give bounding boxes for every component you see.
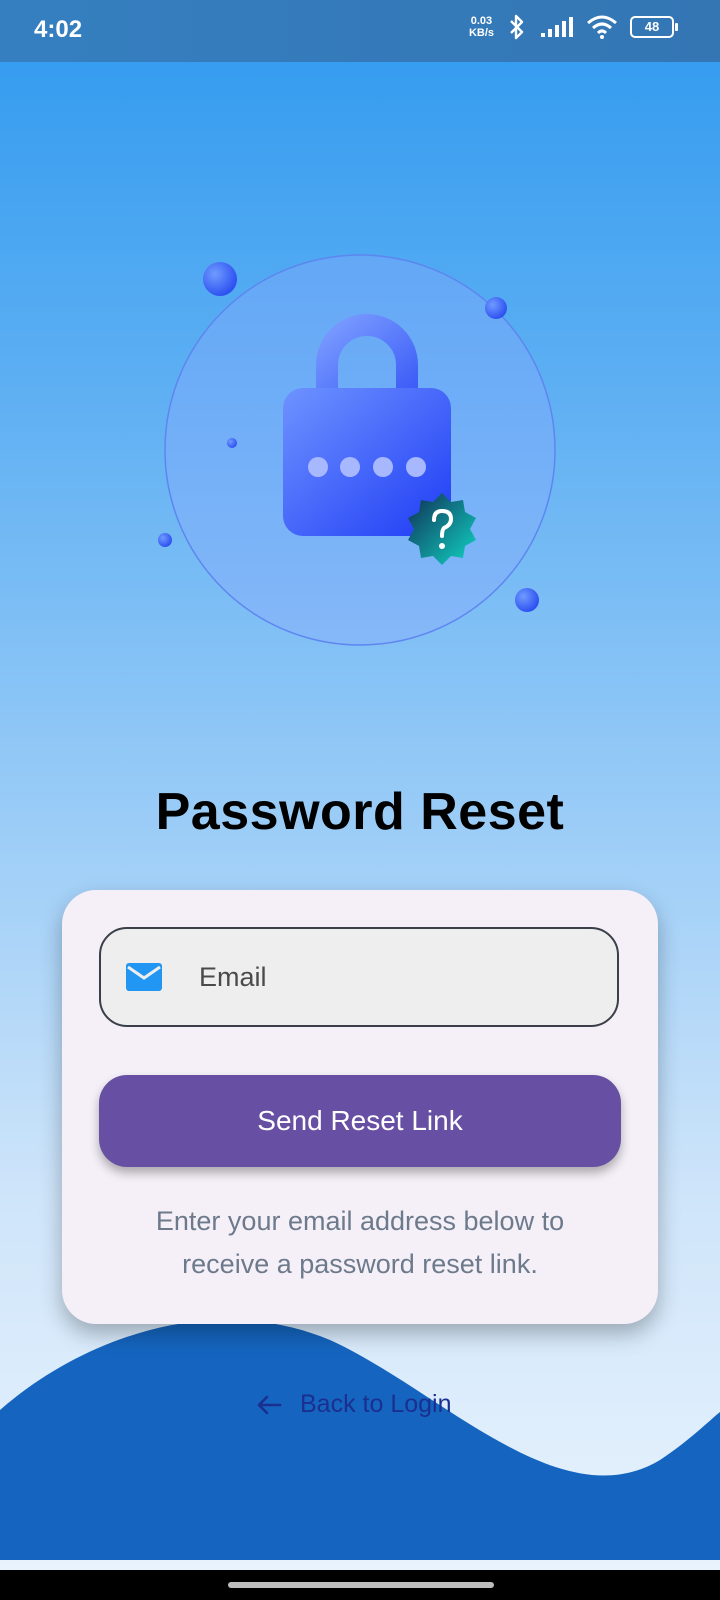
decor-dot (485, 297, 507, 319)
decor-dot (158, 533, 172, 547)
email-field[interactable] (99, 927, 619, 1027)
back-to-login-label: Back to Login (300, 1390, 452, 1418)
email-input[interactable] (197, 960, 581, 994)
screen: 4:02 0.03 KB/s 48 Password Reset Email S… (0, 0, 720, 1600)
send-reset-link-button[interactable]: Send Reset Link (99, 1075, 621, 1167)
helper-text: Enter your email address below to receiv… (82, 1200, 638, 1286)
decor-dot (515, 588, 539, 612)
helper-text-line-2: receive a password reset link. (182, 1249, 538, 1279)
arrow-left-icon (257, 1395, 282, 1414)
decor-dot (203, 262, 237, 296)
home-gesture-handle[interactable] (228, 1582, 494, 1588)
reset-card: Send Reset Link Enter your email address… (62, 890, 658, 1324)
page-title: Password Reset (155, 783, 565, 841)
mail-icon (126, 963, 162, 991)
lock-illustration (158, 254, 556, 646)
decor-dot (227, 438, 237, 448)
navigation-bar (0, 1570, 720, 1600)
helper-text-line-1: Enter your email address below to (155, 1206, 565, 1236)
wave-background (0, 1320, 720, 1560)
back-to-login-link[interactable]: Back to Login (256, 1390, 452, 1419)
